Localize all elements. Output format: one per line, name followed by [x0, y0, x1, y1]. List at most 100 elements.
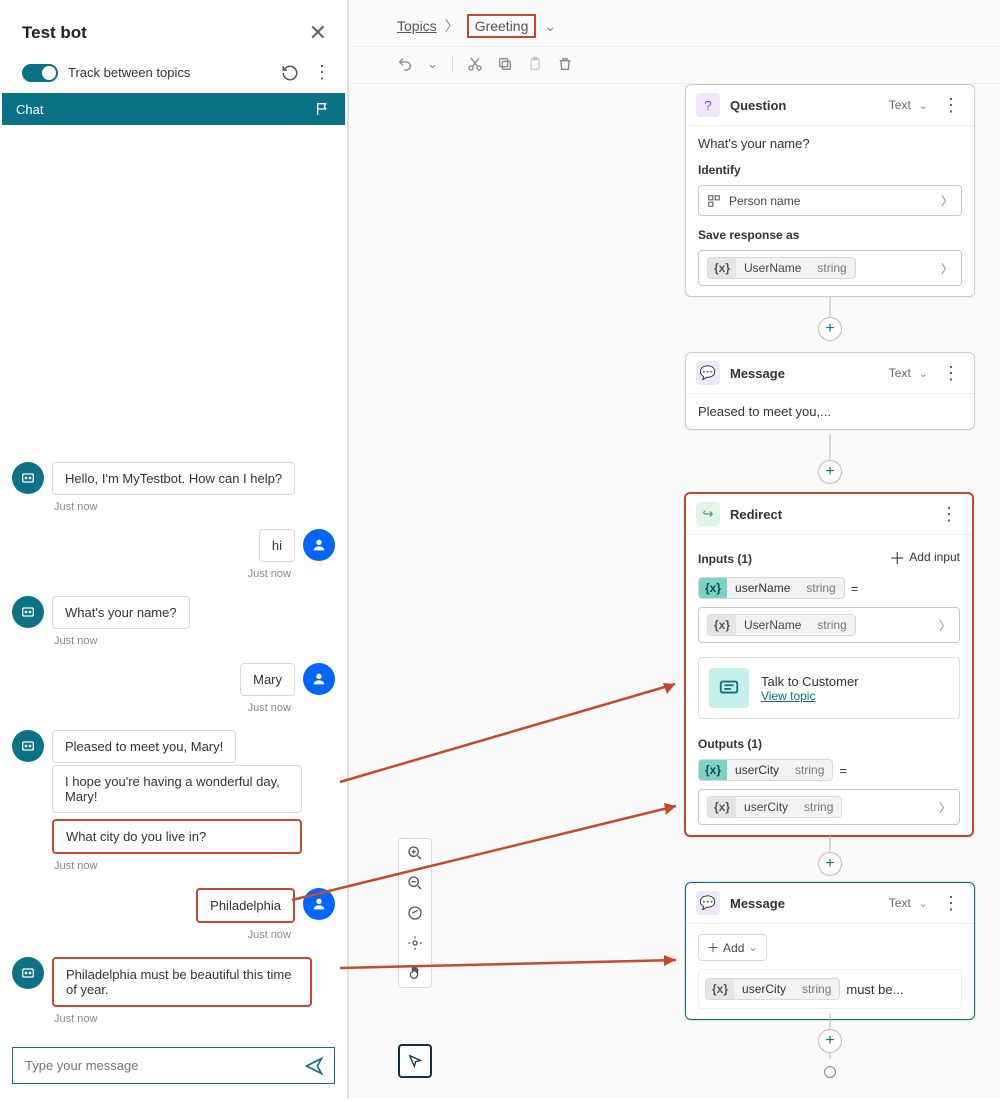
timestamp: Just now	[12, 929, 291, 941]
output-value-field[interactable]: {x} userCity string 〉	[698, 789, 960, 825]
node-title: Redirect	[730, 507, 926, 522]
add-input-button[interactable]: ＋Add input	[889, 545, 960, 569]
breadcrumb-topics[interactable]: Topics	[397, 18, 437, 34]
track-label: Track between topics	[68, 65, 271, 80]
message-node-selected[interactable]: 💬 Message Text⌄ ⋮ ＋Add⌄ {x} userCity str…	[685, 882, 975, 1020]
add-node-button[interactable]: +	[818, 317, 842, 341]
undo-icon[interactable]	[397, 56, 413, 72]
message-node[interactable]: 💬 Message Text⌄ ⋮ Pleased to meet you,..…	[685, 352, 975, 430]
chevron-down-icon[interactable]: ⌄	[427, 56, 438, 72]
variable-name: UserName	[736, 258, 809, 278]
topic-icon	[709, 668, 749, 708]
more-icon[interactable]: ⋮	[938, 363, 964, 384]
message-text[interactable]: Pleased to meet you,...	[698, 404, 962, 419]
canvas-toolbar: ⌄	[349, 46, 1000, 84]
variable-icon: {x}	[708, 258, 736, 278]
node-title: Message	[730, 896, 879, 911]
variable-chip: {x} UserName string	[707, 614, 856, 636]
close-icon[interactable]: ✕	[309, 20, 327, 46]
select-tool-button[interactable]	[398, 1044, 432, 1078]
chat-tab-label: Chat	[16, 102, 43, 117]
redirect-icon: ↪	[696, 502, 720, 526]
timestamp: Just now	[12, 702, 291, 714]
add-node-button[interactable]: +	[818, 1029, 842, 1053]
chevron-right-icon: 〉	[941, 260, 953, 277]
variable-chip: {x} userCity string	[707, 796, 842, 818]
add-node-button[interactable]: +	[818, 852, 842, 876]
pan-icon[interactable]	[407, 965, 423, 981]
node-title: Message	[730, 366, 879, 381]
question-icon: ?	[696, 93, 720, 117]
user-message-row: hi	[12, 529, 335, 562]
entity-icon	[707, 194, 721, 208]
variable-icon: {x}	[708, 615, 736, 635]
more-icon[interactable]: ⋮	[936, 504, 962, 525]
timestamp: Just now	[54, 635, 335, 647]
message-icon: 💬	[696, 361, 720, 385]
bot-message-highlighted: Philadelphia must be beautiful this time…	[52, 957, 312, 1007]
more-icon[interactable]: ⋮	[938, 893, 964, 914]
zoom-reset-icon[interactable]	[407, 905, 423, 921]
paste-icon[interactable]	[527, 56, 543, 72]
add-variation-button[interactable]: ＋Add⌄	[698, 934, 767, 961]
variable-name: UserName	[736, 615, 809, 635]
send-button[interactable]	[294, 1048, 334, 1083]
bot-avatar-icon	[12, 957, 44, 989]
more-icon[interactable]: ⋮	[938, 95, 964, 116]
redirect-node[interactable]: ↪ Redirect ⋮ Inputs (1) ＋Add input {x} u…	[684, 492, 974, 837]
authoring-canvas[interactable]: ? Question Text⌄ ⋮ What's your name? Ide…	[349, 84, 1000, 1102]
zoom-out-icon[interactable]	[407, 875, 423, 891]
panel-toolbar: Track between topics ⋮	[0, 56, 347, 93]
chevron-right-icon: 〉	[939, 617, 951, 634]
timestamp: Just now	[54, 860, 335, 872]
message-content[interactable]: {x} userCity string must be...	[698, 969, 962, 1009]
bot-message: I hope you're having a wonderful day, Ma…	[52, 765, 302, 813]
node-type-selector[interactable]: Text⌄	[889, 98, 928, 112]
breadcrumb: Topics 〉 Greeting ⌄	[349, 0, 1000, 46]
question-node[interactable]: ? Question Text⌄ ⋮ What's your name? Ide…	[685, 84, 975, 297]
end-node	[824, 1066, 836, 1078]
zoom-in-icon[interactable]	[407, 845, 423, 861]
node-header: 💬 Message Text⌄ ⋮	[686, 353, 974, 394]
bot-avatar-icon	[12, 596, 44, 628]
topic-info: Talk to Customer View topic	[761, 674, 859, 703]
message-input[interactable]	[13, 1048, 294, 1083]
test-bot-panel: Test bot ✕ Track between topics ⋮ Chat H…	[0, 0, 348, 1098]
topic-title: Talk to Customer	[761, 674, 859, 689]
variable-icon: {x}	[708, 797, 736, 817]
question-prompt[interactable]: What's your name?	[698, 136, 962, 151]
inputs-label: Inputs (1)	[698, 552, 752, 566]
more-icon[interactable]: ⋮	[309, 62, 335, 83]
node-type-selector[interactable]: Text⌄	[889, 896, 928, 910]
variable-type: string	[809, 258, 854, 278]
variable-type: string	[787, 760, 832, 780]
variable-type: string	[798, 578, 843, 598]
cursor-icon	[407, 1053, 423, 1069]
refresh-icon[interactable]	[281, 64, 299, 82]
user-avatar-icon	[303, 529, 335, 561]
chevron-right-icon: 〉	[445, 16, 459, 36]
cut-icon[interactable]	[467, 56, 483, 72]
chevron-down-icon[interactable]: ⌄	[544, 18, 556, 35]
fit-icon[interactable]	[407, 935, 423, 951]
chat-tab[interactable]: Chat	[2, 93, 345, 125]
redirect-topic-card[interactable]: Talk to Customer View topic	[698, 657, 960, 719]
chevron-right-icon: 〉	[941, 192, 953, 209]
delete-icon[interactable]	[557, 56, 573, 72]
identify-field[interactable]: Person name 〉	[698, 185, 962, 216]
node-type-selector[interactable]: Text⌄	[889, 366, 928, 380]
node-title: Question	[730, 98, 879, 113]
user-avatar-icon	[303, 663, 335, 695]
timestamp: Just now	[54, 501, 335, 513]
input-value-field[interactable]: {x} UserName string 〉	[698, 607, 960, 643]
bot-message-row: Pleased to meet you, Mary!	[12, 730, 335, 763]
track-toggle[interactable]	[22, 64, 58, 82]
add-node-button[interactable]: +	[818, 460, 842, 484]
variable-icon: {x}	[699, 760, 727, 780]
send-icon	[304, 1056, 324, 1076]
user-message-highlighted: Philadelphia	[196, 888, 295, 923]
save-variable-field[interactable]: {x} UserName string 〉	[698, 250, 962, 286]
node-header: ↪ Redirect ⋮	[686, 494, 972, 535]
view-topic-link[interactable]: View topic	[761, 689, 859, 703]
copy-icon[interactable]	[497, 56, 513, 72]
